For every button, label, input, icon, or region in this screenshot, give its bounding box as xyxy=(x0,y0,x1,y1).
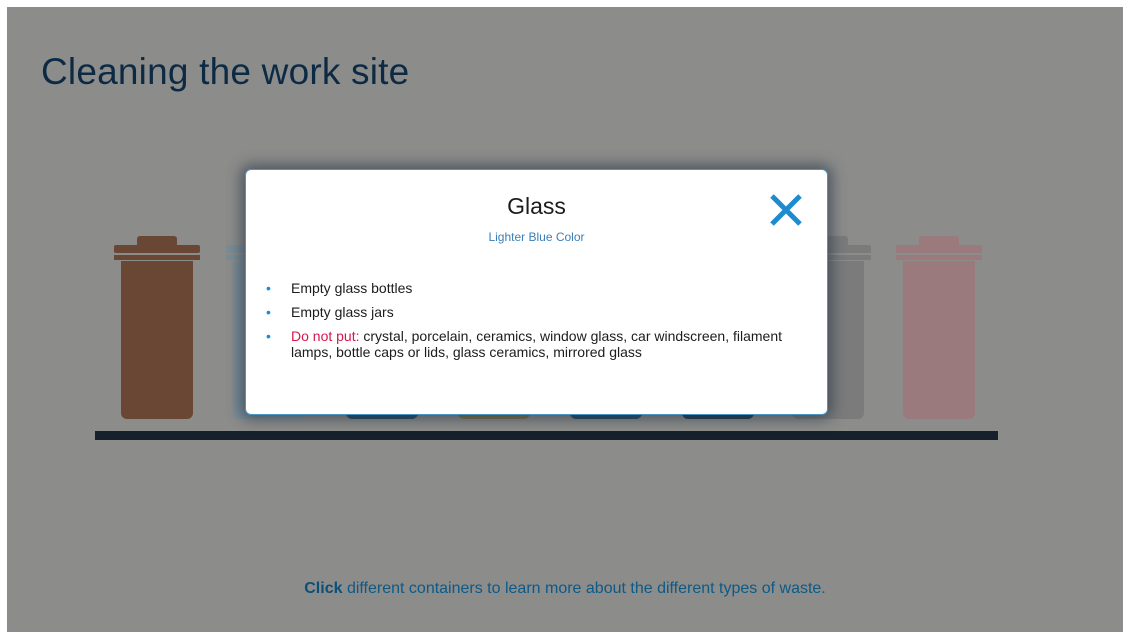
dialog-subtitle: Lighter Blue Color xyxy=(488,230,585,244)
list-item: • Empty glass jars xyxy=(266,304,806,320)
list-item-text: Empty glass bottles xyxy=(291,280,413,296)
slide-canvas: Cleaning the work site Click different c… xyxy=(7,7,1123,632)
bin-lid-strip xyxy=(114,255,200,260)
list-item: • Empty glass bottles xyxy=(266,280,806,296)
warning-label: Do not put: xyxy=(291,328,360,344)
bin-lid-strip xyxy=(896,255,982,260)
bin-brown[interactable] xyxy=(111,231,203,421)
bullet-icon: • xyxy=(266,280,271,296)
page-title: Cleaning the work site xyxy=(41,51,410,92)
bin-body xyxy=(903,261,975,419)
dialog-title: Glass xyxy=(507,193,566,219)
close-button[interactable] xyxy=(768,192,804,228)
close-icon xyxy=(770,194,802,226)
bin-lid xyxy=(896,245,982,253)
dialog-list: • Empty glass bottles • Empty glass jars… xyxy=(266,280,806,368)
bin-pink[interactable] xyxy=(893,231,985,421)
instruction-text: Click different containers to learn more… xyxy=(7,580,1123,598)
shelf xyxy=(95,431,998,440)
list-item-text: Empty glass jars xyxy=(291,304,394,320)
info-dialog: Glass Lighter Blue Color • Empty glass b… xyxy=(245,169,828,415)
instruction-click-label: Click xyxy=(304,580,343,597)
bullet-icon: • xyxy=(266,304,271,320)
bin-body xyxy=(121,261,193,419)
list-item: • Do not put: crystal, porcelain, cerami… xyxy=(266,328,806,360)
instruction-rest: different containers to learn more about… xyxy=(342,580,826,597)
bin-lid xyxy=(114,245,200,253)
list-item-text: crystal, porcelain, ceramics, window gla… xyxy=(291,328,782,360)
bullet-icon: • xyxy=(266,328,271,344)
